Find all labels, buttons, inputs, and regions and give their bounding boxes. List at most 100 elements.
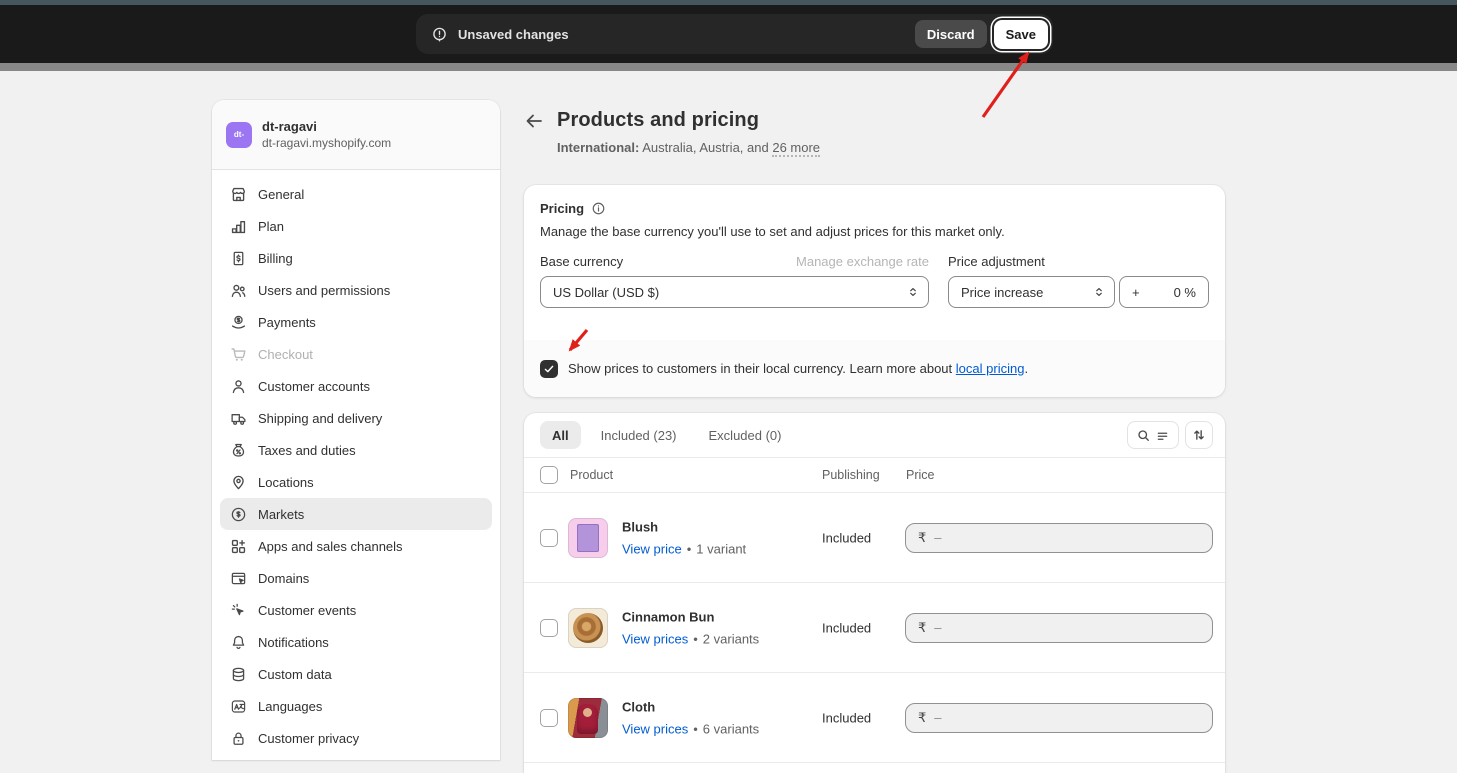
bullet-separator: • xyxy=(693,721,698,736)
view-price-link[interactable]: View price xyxy=(622,541,682,556)
cart-icon xyxy=(230,346,247,363)
globe-dollar-icon xyxy=(230,506,247,523)
price-adjustment-label: Price adjustment xyxy=(948,254,1045,269)
sidebar-item-label: Payments xyxy=(258,315,316,330)
product-thumbnail xyxy=(568,698,608,738)
alert-icon xyxy=(431,26,448,43)
row-checkbox[interactable] xyxy=(540,529,558,547)
row-checkbox[interactable] xyxy=(540,709,558,727)
sidebar-item-label: Plan xyxy=(258,219,284,234)
cursor-sparkle-icon xyxy=(230,602,247,619)
sidebar-item-label: Users and permissions xyxy=(258,283,390,298)
price-input[interactable]: ₹ – xyxy=(905,523,1213,553)
pricing-section-title: Pricing xyxy=(540,201,584,216)
store-domain: dt-ragavi.myshopify.com xyxy=(262,136,391,150)
sidebar-item-plan[interactable]: Plan xyxy=(220,210,492,242)
sidebar-item-label: Apps and sales channels xyxy=(258,539,403,554)
sort-icon xyxy=(1191,427,1207,443)
discard-button[interactable]: Discard xyxy=(915,20,987,48)
table-row: Cloth View prices • 6 variants Included … xyxy=(524,673,1225,763)
local-currency-checkbox[interactable] xyxy=(540,360,558,378)
variant-count: 2 variants xyxy=(703,631,759,646)
price-input[interactable]: ₹ – xyxy=(905,613,1213,643)
save-button[interactable]: Save xyxy=(994,20,1048,49)
sidebar-item-locations[interactable]: Locations xyxy=(220,466,492,498)
table-tabs: All Included (23) Excluded (0) xyxy=(524,413,1225,458)
more-countries-link[interactable]: 26 more xyxy=(772,140,820,157)
billing-icon xyxy=(230,250,247,267)
search-filter-button[interactable] xyxy=(1127,421,1179,449)
sidebar-item-payments[interactable]: Payments xyxy=(220,306,492,338)
unsaved-changes-label: Unsaved changes xyxy=(458,27,915,42)
search-icon xyxy=(1136,428,1151,443)
view-prices-link[interactable]: View prices xyxy=(622,631,688,646)
chevron-updown-icon xyxy=(906,285,920,299)
taxes-icon xyxy=(230,442,247,459)
store-name: dt-ragavi xyxy=(262,119,391,134)
sidebar-item-label: Notifications xyxy=(258,635,329,650)
payments-icon xyxy=(230,314,247,331)
adjustment-percent-input[interactable]: + 0 % xyxy=(1119,276,1209,308)
sidebar-item-label: Taxes and duties xyxy=(258,443,356,458)
bullet-separator: • xyxy=(687,541,692,556)
local-pricing-link[interactable]: local pricing xyxy=(956,361,1025,376)
sidebar-item-customer-events[interactable]: Customer events xyxy=(220,594,492,626)
sort-button[interactable] xyxy=(1185,421,1213,449)
select-all-checkbox[interactable] xyxy=(540,466,558,484)
sidebar-menu: General Plan Billing Users and permissio… xyxy=(212,170,500,762)
table-row: Cinnamon Bun View prices • 2 variants In… xyxy=(524,583,1225,673)
row-checkbox[interactable] xyxy=(540,619,558,637)
local-currency-label: Show prices to customers in their local … xyxy=(568,361,1028,376)
price-placeholder: – xyxy=(934,710,941,725)
page-header: Products and pricing International: Aust… xyxy=(524,109,1225,155)
sidebar-item-label: Markets xyxy=(258,507,304,522)
column-price: Price xyxy=(906,468,934,482)
sidebar-item-billing[interactable]: Billing xyxy=(220,242,492,274)
price-adjustment-select[interactable]: Price increase xyxy=(948,276,1115,308)
apps-icon xyxy=(230,538,247,555)
sidebar-item-general[interactable]: General xyxy=(220,178,492,210)
location-pin-icon xyxy=(230,474,247,491)
domains-icon xyxy=(230,570,247,587)
base-currency-select[interactable]: US Dollar (USD $) xyxy=(540,276,929,308)
price-input[interactable]: ₹ – xyxy=(905,703,1213,733)
currency-symbol: ₹ xyxy=(918,710,926,726)
sidebar-item-shipping-and-delivery[interactable]: Shipping and delivery xyxy=(220,402,492,434)
local-currency-text: Show prices to customers in their local … xyxy=(568,361,952,376)
sidebar-item-taxes-and-duties[interactable]: Taxes and duties xyxy=(220,434,492,466)
product-name: Blush xyxy=(622,519,746,534)
chevron-updown-icon xyxy=(1092,285,1106,299)
tab-excluded[interactable]: Excluded (0) xyxy=(697,421,794,449)
table-row: Blush View price • 1 variant Included ₹ … xyxy=(524,493,1225,583)
sidebar-item-customer-privacy[interactable]: Customer privacy xyxy=(220,722,492,754)
translate-icon xyxy=(230,698,247,715)
sidebar-item-apps-and-sales-channels[interactable]: Apps and sales channels xyxy=(220,530,492,562)
unsaved-changes-bar: Unsaved changes Discard Save xyxy=(416,14,1053,54)
product-name: Cloth xyxy=(622,699,759,714)
column-publishing: Publishing xyxy=(822,468,880,482)
settings-sidebar: dt- dt-ragavi dt-ragavi.myshopify.com Ge… xyxy=(212,100,500,760)
sidebar-item-customer-accounts[interactable]: Customer accounts xyxy=(220,370,492,402)
publishing-status: Included xyxy=(822,620,871,635)
sidebar-item-domains[interactable]: Domains xyxy=(220,562,492,594)
sidebar-item-languages[interactable]: Languages xyxy=(220,690,492,722)
sidebar-item-label: Billing xyxy=(258,251,293,266)
sidebar-item-users-and-permissions[interactable]: Users and permissions xyxy=(220,274,492,306)
tab-all[interactable]: All xyxy=(540,421,581,449)
tab-included[interactable]: Included (23) xyxy=(589,421,689,449)
store-header[interactable]: dt- dt-ragavi dt-ragavi.myshopify.com xyxy=(212,100,500,170)
view-prices-link[interactable]: View prices xyxy=(622,721,688,736)
sidebar-item-markets[interactable]: Markets xyxy=(220,498,492,530)
manage-exchange-rate-link: Manage exchange rate xyxy=(796,254,929,269)
sidebar-item-label: Customer privacy xyxy=(258,731,359,746)
topbar: Unsaved changes Discard Save xyxy=(0,5,1457,63)
back-arrow-icon[interactable] xyxy=(524,111,544,131)
market-name-label: International: xyxy=(557,140,639,155)
info-icon[interactable] xyxy=(591,201,606,216)
price-adjustment-value: Price increase xyxy=(961,285,1043,300)
sidebar-item-custom-data[interactable]: Custom data xyxy=(220,658,492,690)
sidebar-item-notifications[interactable]: Notifications xyxy=(220,626,492,658)
base-currency-value: US Dollar (USD $) xyxy=(553,285,659,300)
product-thumbnail xyxy=(568,608,608,648)
bell-icon xyxy=(230,634,247,651)
